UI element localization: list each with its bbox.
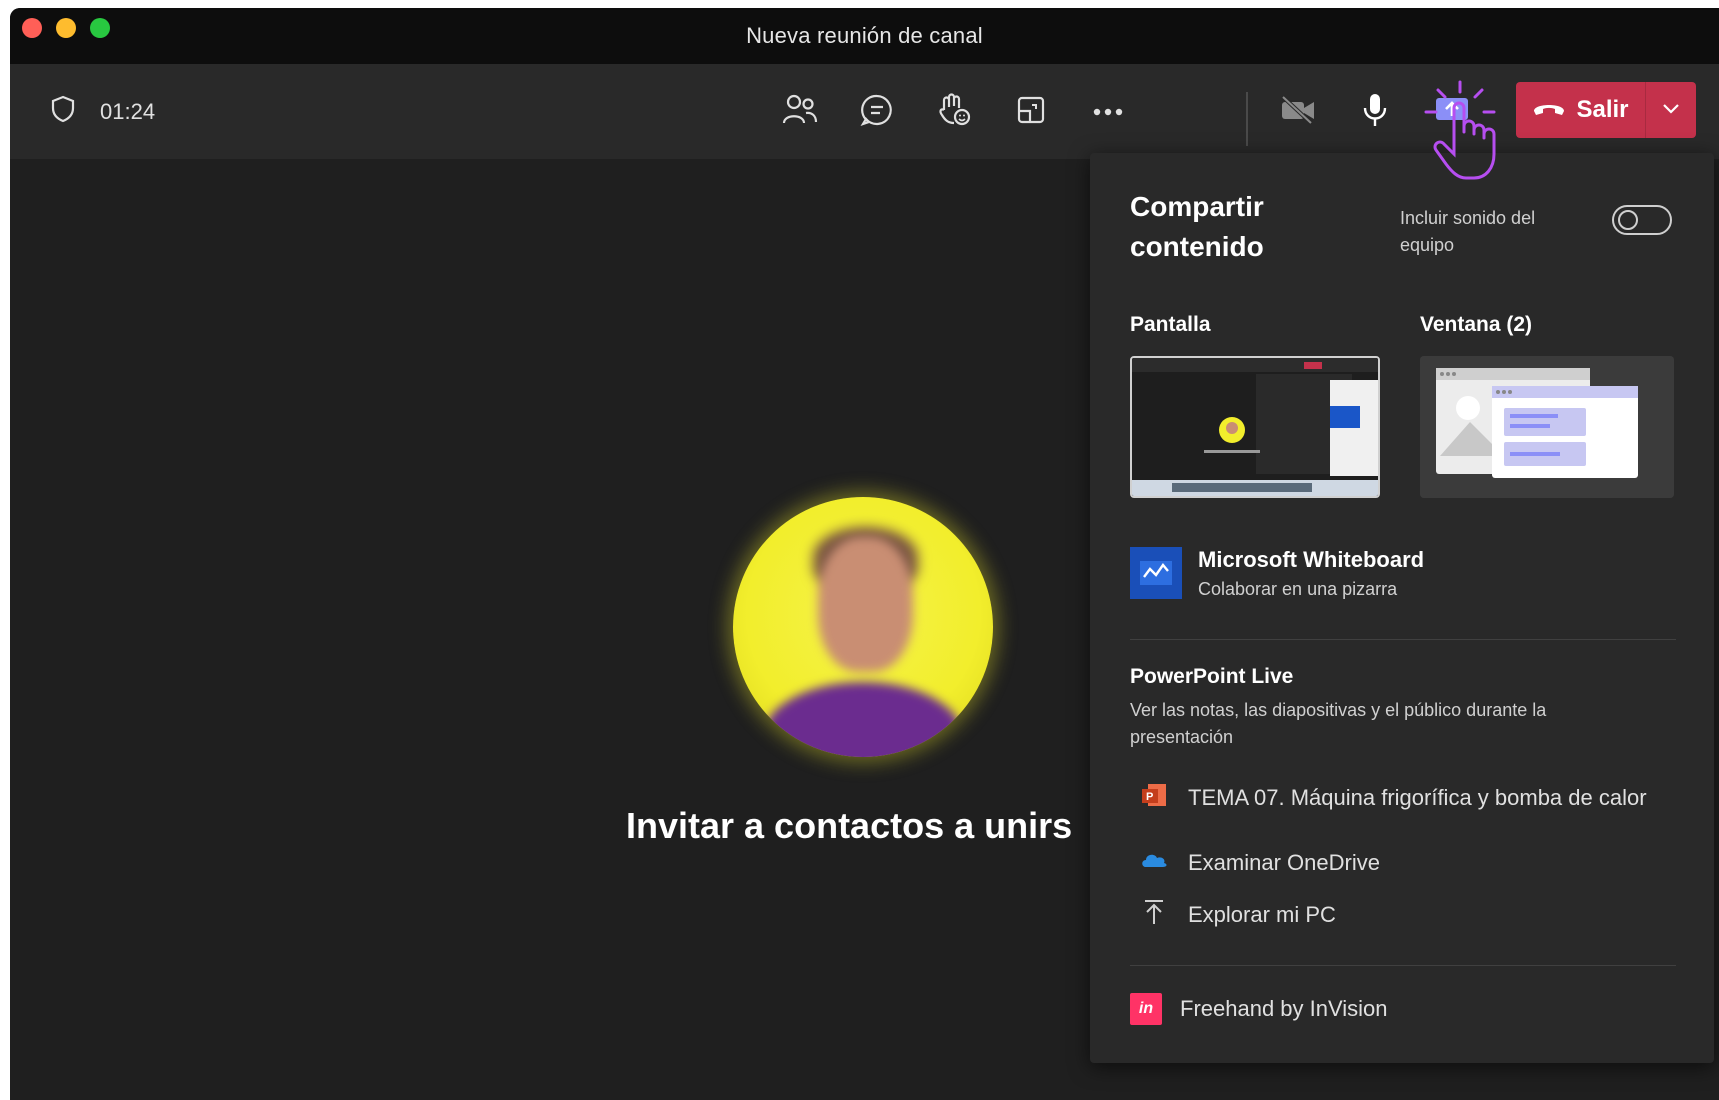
rooms-icon (1016, 95, 1046, 130)
browse-pc-item[interactable]: Explorar mi PC (1140, 898, 1336, 932)
leave-label: Salir (1576, 96, 1629, 123)
whiteboard-subtitle: Colaborar en una pizarra (1198, 579, 1398, 599)
freehand-label: Freehand by InVision (1180, 996, 1388, 1021)
camera-off-icon (1279, 95, 1317, 130)
minimize-window-button[interactable] (56, 18, 76, 38)
powerpoint-file-icon: P (1140, 781, 1168, 815)
avatar-face (818, 537, 913, 672)
divider (1130, 965, 1676, 966)
powerpoint-file-name: TEMA 07. Máquina frigorífica y bomba de … (1188, 785, 1647, 810)
window-thumbnail[interactable] (1420, 356, 1674, 498)
browse-pc-label: Explorar mi PC (1188, 902, 1336, 927)
window-controls (22, 18, 110, 38)
raise-hand-icon (936, 92, 972, 133)
camera-button[interactable] (1272, 86, 1324, 138)
toggle-knob (1618, 210, 1638, 230)
more-icon (1093, 103, 1123, 121)
phone-hangup-icon (1532, 96, 1566, 124)
shield-icon[interactable] (50, 95, 76, 128)
microphone-icon (1362, 92, 1388, 133)
invite-text: Invitar a contactos a unirs (626, 805, 1073, 846)
rooms-button[interactable] (1005, 86, 1057, 138)
meeting-timer: 01:24 (100, 98, 156, 124)
divider (1130, 639, 1676, 640)
participant-avatar (733, 497, 993, 757)
chevron-down-icon (1662, 101, 1680, 119)
powerpoint-file-item[interactable]: P TEMA 07. Máquina frigorífica y bomba d… (1140, 781, 1647, 815)
maximize-window-button[interactable] (90, 18, 110, 38)
whiteboard-option[interactable]: Microsoft Whiteboard Colaborar en una pi… (1130, 545, 1690, 605)
browse-onedrive-label: Examinar OneDrive (1188, 850, 1380, 875)
chat-button[interactable] (851, 86, 903, 138)
avatar-body (763, 682, 963, 757)
whiteboard-title: Microsoft Whiteboard (1198, 547, 1425, 572)
upload-icon (1140, 898, 1168, 932)
more-button[interactable] (1082, 86, 1134, 138)
window-title: Nueva reunión de canal (746, 23, 983, 48)
toolbar-separator (1246, 92, 1248, 146)
system-sound-toggle[interactable] (1612, 205, 1672, 235)
share-content-panel: Compartir contenido Incluir sonido del e… (1090, 153, 1714, 1063)
powerpoint-live-title: PowerPoint Live (1130, 665, 1294, 688)
leave-button[interactable]: Salir (1516, 82, 1645, 138)
people-icon (782, 93, 818, 132)
browse-onedrive-item[interactable]: Examinar OneDrive (1140, 850, 1380, 876)
whiteboard-icon (1130, 547, 1182, 599)
onedrive-icon (1140, 850, 1168, 876)
click-indicator-icon (1418, 78, 1528, 188)
screen-thumbnail[interactable] (1130, 356, 1380, 498)
svg-text:P: P (1146, 791, 1153, 803)
leave-options-button[interactable] (1646, 82, 1696, 138)
screen-section-label: Pantalla (1130, 313, 1211, 336)
window-section-label: Ventana (2) (1420, 313, 1533, 336)
reactions-button[interactable] (928, 86, 980, 138)
microphone-button[interactable] (1349, 86, 1401, 138)
share-panel-title: Compartir contenido (1130, 191, 1264, 262)
freehand-icon: in (1130, 993, 1162, 1025)
people-button[interactable] (774, 86, 826, 138)
freehand-option[interactable]: in Freehand by InVision (1130, 993, 1388, 1025)
powerpoint-live-description: Ver las notas, las diapositivas y el púb… (1130, 700, 1547, 747)
close-window-button[interactable] (22, 18, 42, 38)
leave-control: Salir (1516, 82, 1696, 138)
chat-icon (860, 93, 894, 132)
title-bar: Nueva reunión de canal (10, 8, 1719, 64)
system-sound-label: Incluir sonido del equipo (1400, 208, 1536, 255)
